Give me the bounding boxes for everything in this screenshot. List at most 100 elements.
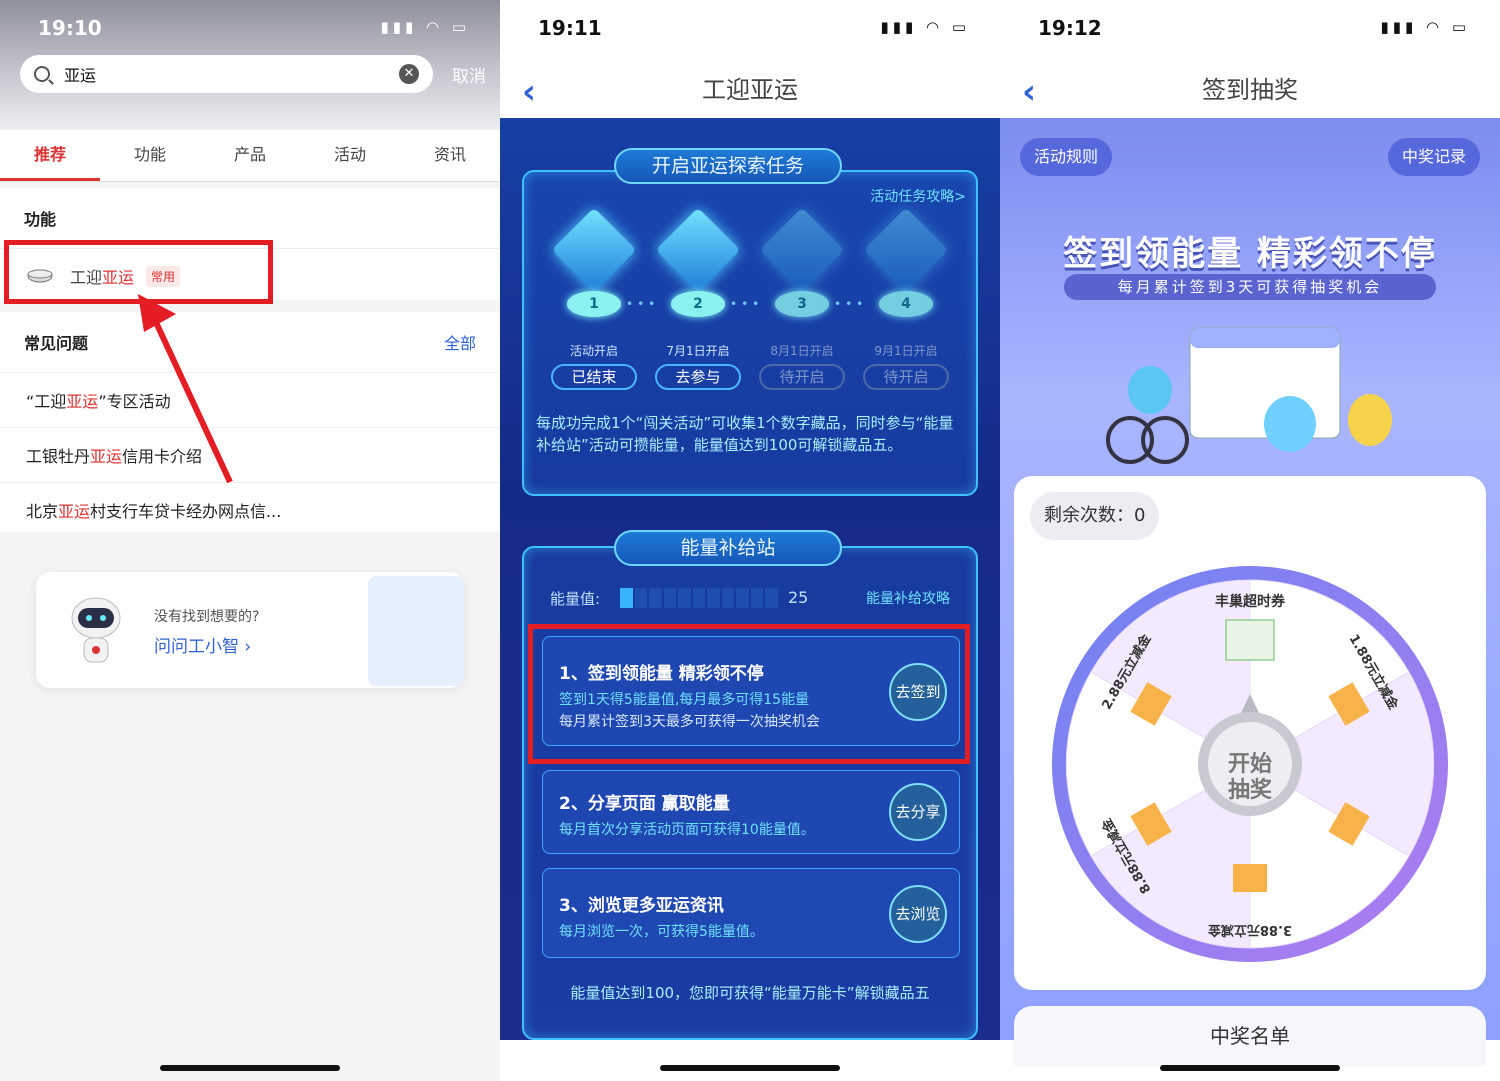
- status-time: 19:10: [38, 16, 102, 40]
- page-title: 工迎亚运: [702, 76, 798, 104]
- remaining-chances: 剩余次数：0: [1030, 492, 1160, 540]
- banner-title: 签到领能量 精彩领不停: [1063, 234, 1437, 274]
- energy-segment: [721, 588, 735, 608]
- search-input[interactable]: 亚运 ✕: [20, 55, 433, 93]
- stage-status-button[interactable]: 待开启: [759, 364, 845, 390]
- task-guide-link[interactable]: 活动任务攻略>: [870, 186, 966, 206]
- task-card-share: 2、分享页面 赢取能量 每月首次分享活动页面可获得10能量值。 去分享: [542, 770, 960, 854]
- stage-connector: •••: [834, 297, 868, 311]
- stage-label: 9月1日开启: [874, 344, 938, 358]
- status-bar: 19:10 ▮▮▮ ◠ ▭: [0, 0, 500, 58]
- not-found-text: 没有找到想要的?: [154, 609, 260, 625]
- tab-activity[interactable]: 活动: [300, 130, 400, 181]
- winners-card: 中奖名单: [1014, 1006, 1486, 1066]
- stage-number: 1: [567, 291, 621, 317]
- energy-progress-bar: [620, 588, 779, 608]
- search-screen: 19:10 ▮▮▮ ◠ ▭ 亚运 ✕ 取消 推荐 功能 产品 活动 资讯 功能 …: [0, 0, 500, 1081]
- stage-number: 2: [671, 291, 725, 317]
- stage-number: 4: [879, 291, 933, 317]
- signal-wifi-battery-icon: ▮▮▮ ◠ ▭: [1380, 18, 1470, 36]
- wheel-segment-label: 3.88元立减金: [1207, 922, 1292, 938]
- view-all-link[interactable]: 全部: [444, 330, 476, 354]
- energy-segment: [765, 588, 779, 608]
- section-title: 常见问题: [24, 334, 89, 353]
- energy-guide-link[interactable]: 能量补给攻略: [866, 588, 950, 608]
- stage-connector: •••: [730, 297, 764, 311]
- energy-value: 25: [788, 588, 809, 607]
- rules-button[interactable]: 活动规则: [1020, 138, 1113, 176]
- status-time: 19:12: [1038, 16, 1102, 40]
- stage-status-button[interactable]: 待开启: [863, 364, 949, 390]
- status-bar: 19:12 ▮▮▮ ◠ ▭: [1000, 0, 1500, 58]
- faq-row[interactable]: “工迎 亚运 ”专区活动: [0, 372, 500, 427]
- home-indicator: [660, 1065, 840, 1071]
- energy-footer-note: 能量值达到100，您即可获得“能量万能卡”解锁藏品五: [570, 984, 930, 1002]
- ask-assistant-card[interactable]: 没有找到想要的? 问问工小智 ›: [36, 572, 464, 688]
- highlight-box: [528, 624, 970, 764]
- stage-label: 8月1日开启: [770, 344, 834, 358]
- result-tabs: 推荐 功能 产品 活动 资讯: [0, 130, 500, 182]
- search-query: 亚运: [64, 66, 97, 85]
- annotation-arrow-icon: [138, 294, 233, 484]
- faq-row[interactable]: 北京 亚运 村支行车贷卡经办网点信...: [0, 482, 500, 537]
- robot-icon: [71, 597, 121, 663]
- task-desc: 每月首次分享活动页面可获得10能量值。: [559, 822, 815, 838]
- nav-bar: ‹ 工迎亚运: [500, 58, 1000, 118]
- nav-bar: ‹ 签到抽奖: [1000, 58, 1500, 118]
- winners-title: 中奖名单: [1210, 1024, 1290, 1048]
- win-records-button[interactable]: 中奖记录: [1387, 138, 1480, 176]
- clear-icon[interactable]: ✕: [399, 64, 419, 84]
- energy-segment: [649, 588, 662, 608]
- tab-recommend[interactable]: 推荐: [0, 130, 100, 181]
- browse-button[interactable]: 去浏览: [889, 885, 947, 943]
- status-time: 19:11: [538, 16, 602, 40]
- stage-connector: •••: [626, 297, 660, 311]
- faq-row[interactable]: 工银牡丹 亚运 信用卡介绍: [0, 427, 500, 482]
- tasks-description: 每成功完成1个“闯关活动”可收集1个数字藏品，同时参与“能量补给站”活动可攒能量…: [536, 414, 954, 454]
- signal-wifi-battery-icon: ▮▮▮ ◠ ▭: [880, 18, 970, 36]
- energy-segment: [663, 588, 677, 608]
- stage-status-button[interactable]: 已结束: [551, 364, 637, 390]
- faq-highlight: 亚运: [66, 392, 99, 411]
- lottery-screen: 19:12 ▮▮▮ ◠ ▭ ‹ 签到抽奖 活动规则 中奖记录 签到领能量 精彩领…: [1000, 0, 1500, 1081]
- stage-label: 活动开启: [569, 344, 618, 358]
- energy-segment: [620, 588, 633, 608]
- energy-segment: [678, 588, 691, 608]
- task-title: 3、浏览更多亚运资讯: [559, 896, 724, 916]
- search-icon: [34, 66, 50, 82]
- document-search-icon: [368, 576, 464, 686]
- home-indicator: [160, 1065, 340, 1071]
- stage-number: 3: [775, 291, 829, 317]
- page-title: 签到抽奖: [1202, 76, 1298, 104]
- wheel-segment-label: 丰巢超时券: [1215, 593, 1286, 610]
- frame-title: 开启亚运探索任务: [614, 148, 842, 184]
- banner-subtitle: 每月累计签到3天可获得抽奖机会: [1064, 274, 1436, 300]
- faq-highlight: 亚运: [58, 502, 91, 521]
- tab-news[interactable]: 资讯: [400, 130, 500, 181]
- faq-text: 北京: [26, 502, 59, 521]
- frame-title: 能量补给站: [614, 530, 842, 566]
- energy-segment: [692, 588, 706, 608]
- status-bar: 19:11 ▮▮▮ ◠ ▭: [500, 0, 1000, 58]
- share-button[interactable]: 去分享: [889, 783, 947, 841]
- stage-status-button[interactable]: 去参与: [655, 364, 741, 390]
- energy-segment: [707, 588, 720, 608]
- faq-text: 村支行车贷卡经办网点信...: [90, 502, 282, 521]
- cancel-button[interactable]: 取消: [452, 62, 486, 87]
- energy-label: 能量值:: [550, 590, 601, 608]
- start-draw-button[interactable]: 开始抽奖: [1220, 752, 1280, 804]
- task-desc: 每月浏览一次，可获得5能量值。: [559, 924, 764, 940]
- tab-product[interactable]: 产品: [200, 130, 300, 181]
- activity-screen: 19:11 ▮▮▮ ◠ ▭ ‹ 工迎亚运 开启亚运探索任务 活动任务攻略> 1 …: [500, 0, 1000, 1081]
- stage-label: 7月1日开启: [666, 344, 730, 358]
- task-title: 2、分享页面 赢取能量: [559, 794, 730, 814]
- signal-wifi-battery-icon: ▮▮▮ ◠ ▭: [380, 18, 470, 36]
- energy-segment: [750, 588, 764, 608]
- lottery-card: 剩余次数：0 丰巢超时券 1.88元立减金 3.88元立减金 8.88元立减金 …: [1014, 476, 1486, 990]
- section-title: 功能: [24, 210, 57, 229]
- faq-highlight: 亚运: [90, 447, 123, 466]
- home-indicator: [1160, 1065, 1340, 1071]
- energy-segment: [634, 588, 648, 608]
- ask-assistant-link[interactable]: 问问工小智 ›: [154, 632, 251, 657]
- tab-function[interactable]: 功能: [100, 130, 200, 181]
